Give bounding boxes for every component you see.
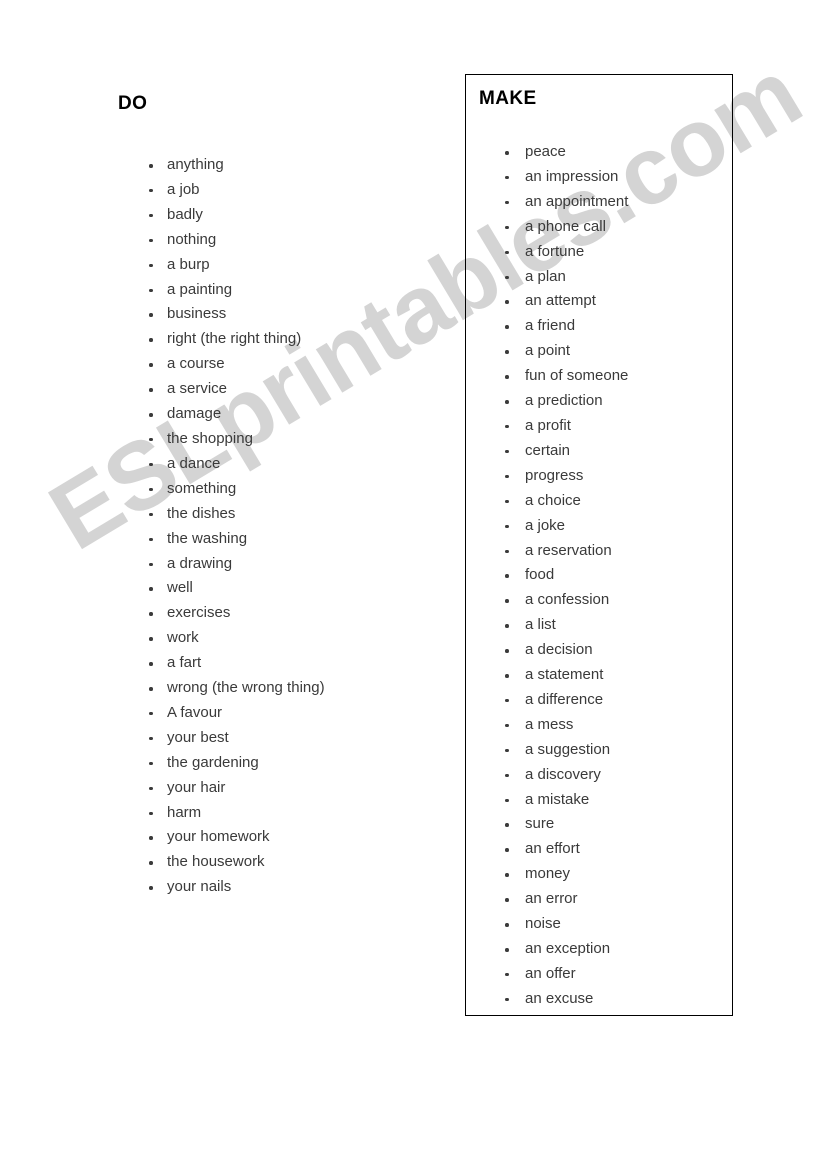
list-item: an error — [479, 887, 732, 912]
list-item: the housework — [118, 850, 448, 875]
list-item: an excuse — [479, 987, 732, 1012]
list-item: a point — [479, 339, 732, 364]
list-item: peace — [479, 140, 732, 165]
list-item: a fortune — [479, 240, 732, 265]
list-item: business — [118, 302, 448, 327]
list-item: fun of someone — [479, 364, 732, 389]
make-heading: MAKE — [479, 88, 537, 109]
list-item: the shopping — [118, 427, 448, 452]
list-item: a job — [118, 178, 448, 203]
list-item: an effort — [479, 837, 732, 862]
list-item: exercises — [118, 601, 448, 626]
list-item: a painting — [118, 278, 448, 303]
list-item: the washing — [118, 527, 448, 552]
list-item: a phone call — [479, 215, 732, 240]
list-item: an impression — [479, 165, 732, 190]
do-list: anything a job badly nothing a burp a paintin… — [118, 153, 448, 900]
list-item: sure — [479, 812, 732, 837]
list-item: well — [118, 576, 448, 601]
list-item: noise — [479, 912, 732, 937]
list-item: nothing — [118, 228, 448, 253]
list-item: badly — [118, 203, 448, 228]
list-item: your hair — [118, 776, 448, 801]
make-list: peace an impression an appointment a phone … — [479, 140, 732, 1012]
list-item: a prediction — [479, 389, 732, 414]
list-item: right (the right thing) — [118, 327, 448, 352]
list-item: a mistake — [479, 788, 732, 813]
list-item: a course — [118, 352, 448, 377]
list-item: a joke — [479, 514, 732, 539]
list-item: a friend — [479, 314, 732, 339]
list-item: a decision — [479, 638, 732, 663]
list-item: a fart — [118, 651, 448, 676]
list-item: money — [479, 862, 732, 887]
list-item: A favour — [118, 701, 448, 726]
list-item: a choice — [479, 489, 732, 514]
list-item: something — [118, 477, 448, 502]
list-item: an offer — [479, 962, 732, 987]
make-column-box: MAKE peace an impression an appointment a p… — [465, 74, 733, 1016]
list-item: a suggestion — [479, 738, 732, 763]
do-column: DO anything a job badly nothing a burp a pain… — [118, 92, 448, 900]
list-item: your nails — [118, 875, 448, 900]
list-item: a service — [118, 377, 448, 402]
list-item: an appointment — [479, 190, 732, 215]
list-item: a discovery — [479, 763, 732, 788]
list-item: a burp — [118, 253, 448, 278]
list-item: your best — [118, 726, 448, 751]
list-item: a reservation — [479, 539, 732, 564]
list-item: certain — [479, 439, 732, 464]
list-item: wrong (the wrong thing) — [118, 676, 448, 701]
list-item: damage — [118, 402, 448, 427]
list-item: a mess — [479, 713, 732, 738]
list-item: an exception — [479, 937, 732, 962]
list-item: your homework — [118, 825, 448, 850]
list-item: a confession — [479, 588, 732, 613]
list-item: a profit — [479, 414, 732, 439]
list-item: a difference — [479, 688, 732, 713]
worksheet-page: ESLprintables.com DO anything a job badly n… — [0, 0, 821, 1169]
list-item: a list — [479, 613, 732, 638]
list-item: a dance — [118, 452, 448, 477]
do-heading: DO — [118, 93, 148, 114]
list-item: the gardening — [118, 751, 448, 776]
list-item: a drawing — [118, 552, 448, 577]
list-item: a statement — [479, 663, 732, 688]
list-item: food — [479, 563, 732, 588]
list-item: anything — [118, 153, 448, 178]
list-item: harm — [118, 801, 448, 826]
list-item: the dishes — [118, 502, 448, 527]
list-item: work — [118, 626, 448, 651]
list-item: progress — [479, 464, 732, 489]
list-item: a plan — [479, 265, 732, 290]
list-item: an attempt — [479, 289, 732, 314]
